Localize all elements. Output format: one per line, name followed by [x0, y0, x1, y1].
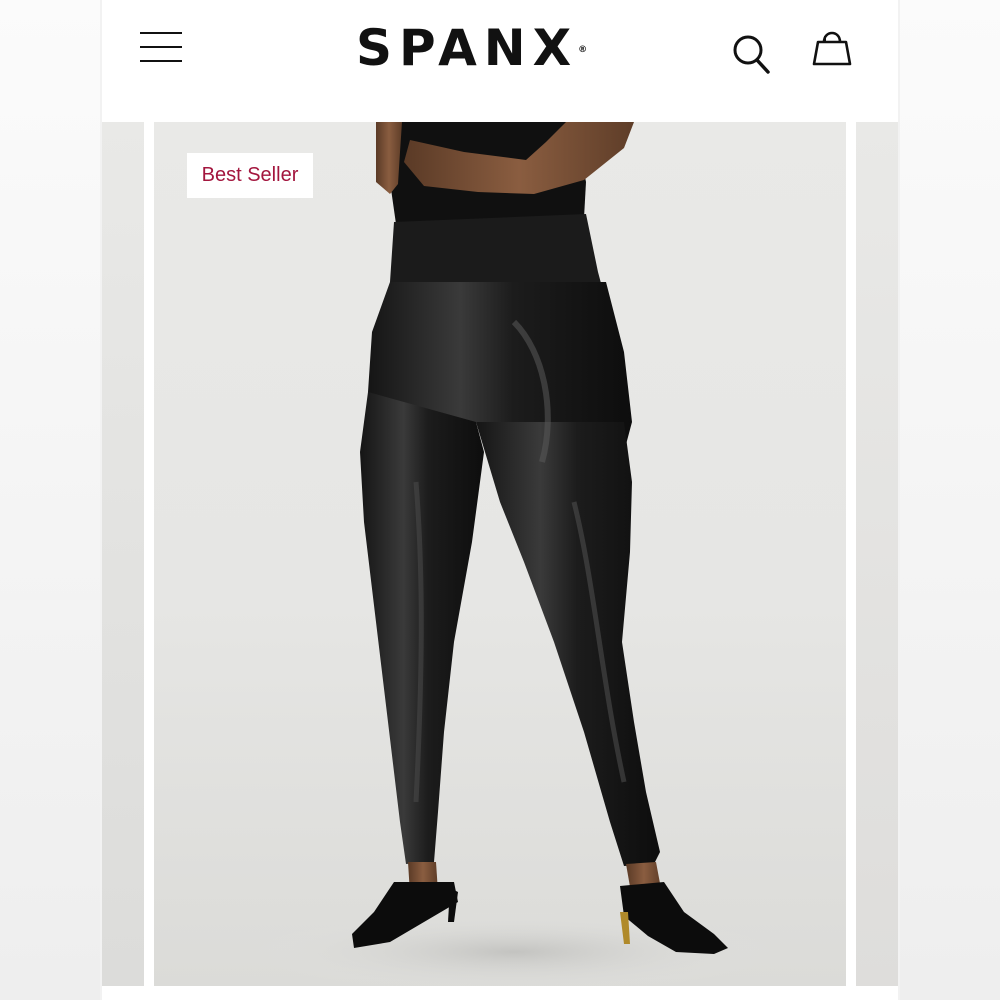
search-icon[interactable]: [732, 32, 772, 76]
site-header: SPANX®: [102, 0, 898, 122]
right-backdrop: [900, 0, 1000, 1000]
menu-line: [140, 60, 182, 62]
registered-mark: ®: [578, 45, 588, 55]
brand-logo[interactable]: SPANX®: [356, 18, 646, 78]
left-backdrop: [0, 0, 100, 1000]
next-slide-peek[interactable]: [856, 122, 898, 986]
leggings-right-leg: [476, 422, 660, 866]
menu-line: [140, 32, 182, 34]
product-image[interactable]: Best Seller: [154, 122, 846, 986]
brand-logo-text: SPANX: [356, 19, 579, 77]
hamburger-menu-icon[interactable]: [140, 30, 184, 66]
best-seller-badge: Best Seller: [187, 153, 313, 198]
product-image-carousel[interactable]: Best Seller: [102, 122, 898, 1000]
menu-line: [140, 46, 182, 48]
mobile-screen: SPANX® Best Seller: [102, 0, 898, 1000]
leggings-model-illustration: [254, 122, 774, 986]
shopping-bag-icon[interactable]: [810, 26, 854, 70]
previous-slide-peek[interactable]: [102, 122, 144, 986]
